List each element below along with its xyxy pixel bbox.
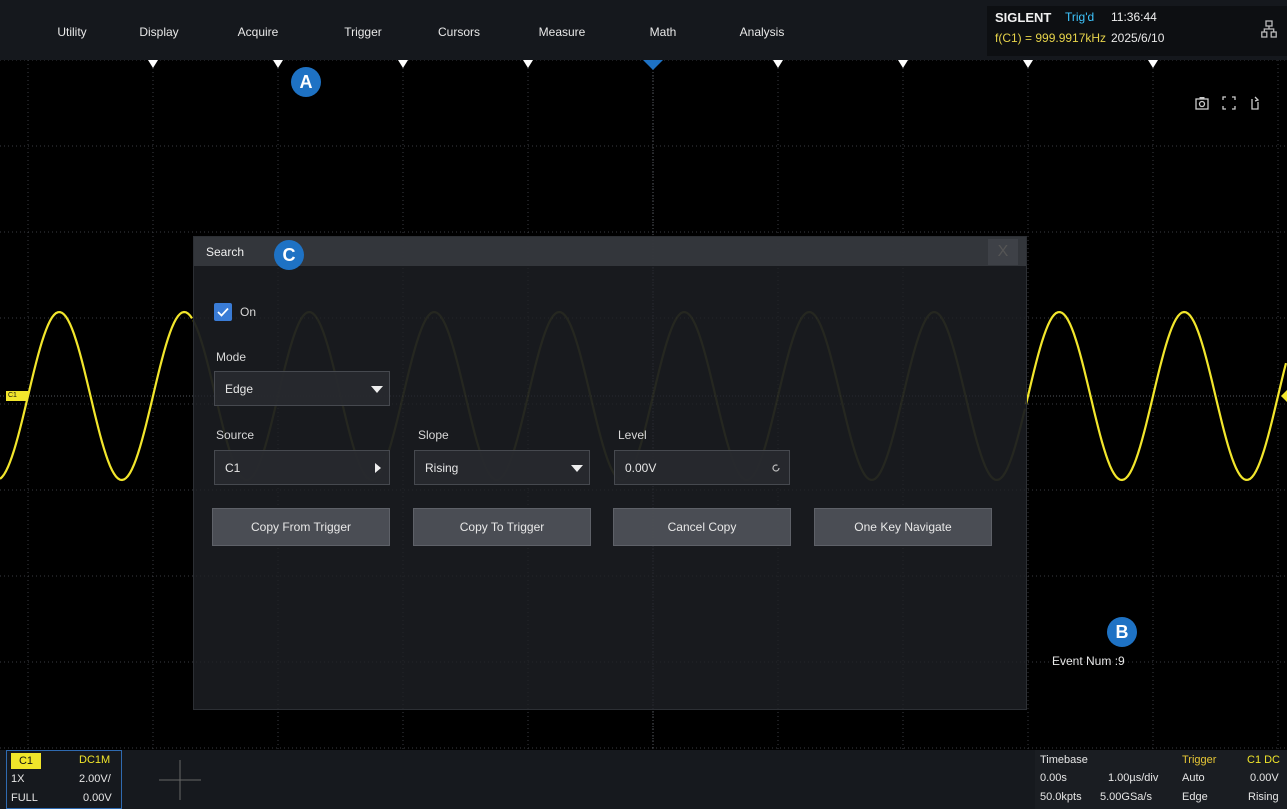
- one-key-navigate-button[interactable]: One Key Navigate: [814, 508, 992, 546]
- dialog-title: Search: [206, 245, 245, 259]
- event-marker: [773, 60, 783, 68]
- copy-to-trigger-button[interactable]: Copy To Trigger: [413, 508, 591, 546]
- marker-b: B: [1107, 617, 1137, 647]
- add-channel-icon[interactable]: [145, 756, 215, 804]
- status-panel: SIGLENT Trig'd f(C1) = 999.9917kHz 11:36…: [987, 6, 1287, 56]
- event-marker: [273, 60, 283, 68]
- event-marker: [1023, 60, 1033, 68]
- mode-select[interactable]: Edge: [214, 371, 390, 406]
- menu-utility[interactable]: Utility: [27, 0, 117, 60]
- search-on-label: On: [240, 305, 257, 319]
- menu-measure[interactable]: Measure: [517, 0, 607, 60]
- trigger-type: Edge: [1182, 791, 1208, 803]
- dialog-titlebar[interactable]: Search X: [194, 237, 1026, 266]
- menu-trigger[interactable]: Trigger: [318, 0, 408, 60]
- event-marker: [148, 60, 158, 68]
- slope-label: Slope: [418, 428, 449, 442]
- network-icon[interactable]: [1261, 20, 1277, 38]
- trigger-source: C1 DC: [1247, 754, 1281, 766]
- search-dialog: Search X On Mode Edge Source C1 Slope Ri…: [193, 236, 1027, 710]
- trigger-status: Trig'd: [1065, 10, 1095, 24]
- timebase-title: Timebase: [1040, 754, 1088, 766]
- clock-date: 2025/6/10: [1111, 31, 1165, 45]
- trigger-level-marker: [1281, 390, 1287, 402]
- trigger-title: Trigger: [1182, 754, 1217, 766]
- trigger-level: 0.00V: [1250, 772, 1279, 784]
- event-marker: [523, 60, 533, 68]
- slope-select[interactable]: Rising: [414, 450, 590, 485]
- slope-value: Rising: [425, 461, 459, 475]
- menu-cursors[interactable]: Cursors: [414, 0, 504, 60]
- copy-from-trigger-button[interactable]: Copy From Trigger: [212, 508, 390, 546]
- source-value: C1: [225, 461, 241, 475]
- menu-math[interactable]: Math: [618, 0, 708, 60]
- channel-1-tag: C1: [11, 753, 41, 769]
- channel-coupling: DC1M: [79, 754, 111, 766]
- timebase-trigger-panel[interactable]: Timebase 0.00s 1.00µs/div 50.0kpts 5.00G…: [1035, 750, 1287, 809]
- fullscreen-icon[interactable]: [1222, 95, 1236, 111]
- mode-label: Mode: [216, 350, 247, 364]
- marker-a: A: [291, 67, 321, 97]
- timebase-sample-rate: 5.00GSa/s: [1100, 791, 1152, 803]
- clock-time: 11:36:44: [1111, 10, 1157, 24]
- rotate-icon[interactable]: [1248, 95, 1262, 111]
- search-on-checkbox[interactable]: [214, 303, 232, 321]
- cancel-copy-button[interactable]: Cancel Copy: [613, 508, 791, 546]
- source-select[interactable]: C1: [214, 450, 390, 485]
- chevron-down-icon: [371, 386, 383, 393]
- chevron-right-icon: [375, 463, 381, 473]
- channel-level-label: C1: [8, 392, 17, 399]
- menu-bar: Utility Display Acquire Trigger Cursors …: [0, 0, 1287, 60]
- channel-probe: 1X: [11, 773, 25, 785]
- event-marker: [398, 60, 408, 68]
- refresh-icon: [772, 464, 780, 472]
- check-icon: [217, 307, 229, 317]
- event-marker: [898, 60, 908, 68]
- chevron-down-icon: [571, 465, 583, 472]
- timebase-memory: 50.0kpts: [1040, 791, 1082, 803]
- timebase-scale: 1.00µs/div: [1108, 772, 1159, 784]
- channel-bandwidth: FULL: [11, 792, 38, 804]
- menu-acquire[interactable]: Acquire: [213, 0, 303, 60]
- menu-display[interactable]: Display: [114, 0, 204, 60]
- level-input[interactable]: 0.00V: [614, 450, 790, 485]
- timebase-delay: 0.00s: [1040, 772, 1067, 784]
- trigger-mode: Auto: [1182, 772, 1205, 784]
- brand-logo: SIGLENT: [995, 10, 1052, 25]
- source-label: Source: [216, 428, 255, 442]
- camera-icon[interactable]: [1195, 95, 1209, 111]
- menu-analysis[interactable]: Analysis: [717, 0, 807, 60]
- marker-c: C: [274, 240, 304, 270]
- channel-1-panel[interactable]: C1 DC1M 1X 2.00V/ FULL 0.00V: [6, 750, 122, 809]
- close-button[interactable]: X: [988, 239, 1018, 265]
- event-count: Event Num :9: [1052, 654, 1125, 668]
- channel-offset: 0.00V: [83, 792, 112, 804]
- trigger-position-marker: [643, 60, 663, 70]
- level-value: 0.00V: [625, 461, 657, 475]
- event-marker: [1148, 60, 1158, 68]
- mode-value: Edge: [225, 382, 254, 396]
- channel-scale: 2.00V/: [79, 773, 111, 785]
- bottom-status-bar: C1 DC1M 1X 2.00V/ FULL 0.00V Timebase 0.…: [0, 750, 1287, 809]
- trigger-slope: Rising: [1248, 791, 1279, 803]
- frequency-readout: f(C1) = 999.9917kHz: [995, 31, 1107, 45]
- level-label: Level: [618, 428, 647, 442]
